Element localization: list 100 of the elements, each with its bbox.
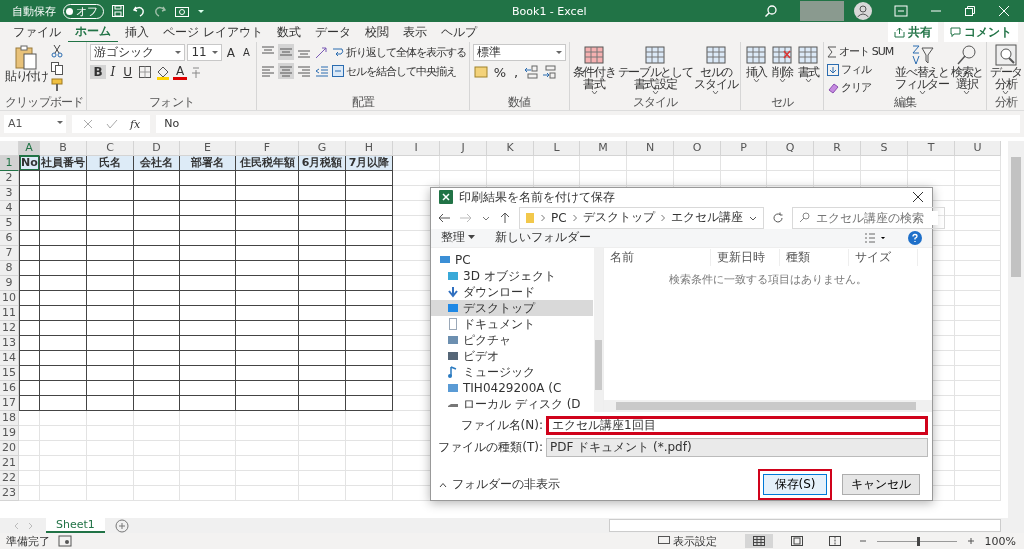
save-icon[interactable] <box>111 4 125 18</box>
organize-menu[interactable]: 整理 <box>441 229 475 247</box>
new-folder-button[interactable]: 新しいフォルダー <box>495 229 591 247</box>
column-header[interactable]: I <box>393 141 440 156</box>
name-box[interactable]: A1 <box>4 115 66 133</box>
horizontal-scrollbar[interactable] <box>604 400 932 412</box>
row-header[interactable]: 16 <box>0 381 19 396</box>
ribbon-button[interactable]: 検索と 選択 <box>950 44 983 95</box>
decrease-font-size-button[interactable]: A <box>239 47 253 58</box>
format-painter-icon[interactable] <box>49 78 64 92</box>
breadcrumb[interactable]: デスクトップ <box>582 209 655 226</box>
row-header[interactable]: 6 <box>0 231 19 246</box>
nav-item[interactable]: ピクチャ <box>431 332 593 348</box>
row-header[interactable]: 12 <box>0 321 19 336</box>
file-name-field[interactable]: エクセル講座1回目 <box>546 416 928 435</box>
column-header[interactable]: N <box>627 141 674 156</box>
menu-tab[interactable]: ページ レイアウト <box>156 22 270 42</box>
column-header[interactable]: A <box>19 141 40 156</box>
ribbon-display-icon[interactable] <box>894 5 908 17</box>
file-type-dropdown[interactable]: PDF ドキュメント (*.pdf) <box>546 438 928 457</box>
menu-tab[interactable]: データ <box>307 22 358 42</box>
normal-view-icon[interactable] <box>744 534 773 548</box>
menu-tab[interactable]: 数式 <box>269 22 308 42</box>
column-header[interactable]: B <box>40 141 87 156</box>
column-header[interactable]: H <box>346 141 393 156</box>
sheet-tab[interactable]: Sheet1 <box>46 518 105 533</box>
nav-item[interactable]: ミュージック <box>431 364 593 380</box>
cancel-button[interactable]: キャンセル <box>842 474 920 495</box>
increase-font-size-button[interactable]: A <box>223 45 238 60</box>
ribbon-button[interactable]: 書式 <box>796 44 821 83</box>
font-size-dropdown[interactable]: 11 <box>187 44 222 61</box>
column-header[interactable]: Q <box>767 141 814 156</box>
column-header[interactable]: 名前 <box>604 248 711 266</box>
nav-item[interactable]: ビデオ <box>431 348 593 364</box>
increase-decimal-icon[interactable] <box>523 64 540 80</box>
row-header[interactable]: 2 <box>0 171 19 186</box>
align-center-icon[interactable] <box>277 63 294 79</box>
ribbon-button[interactable]: 挿入 <box>744 44 769 83</box>
display-settings-button[interactable]: 表示設定 <box>657 533 717 549</box>
row-header[interactable]: 8 <box>0 261 19 276</box>
paste-button[interactable]: 貼り付け <box>5 44 48 82</box>
row-header[interactable]: 14 <box>0 351 19 366</box>
customize-caret-icon[interactable] <box>197 7 205 15</box>
hide-folders-button[interactable]: フォルダーの非表示 <box>439 476 560 493</box>
percent-style-button[interactable]: % <box>490 64 510 80</box>
fill-color-icon[interactable] <box>155 64 172 80</box>
decrease-decimal-icon[interactable] <box>541 64 558 80</box>
bold-button[interactable]: B <box>90 65 106 79</box>
restore-icon[interactable] <box>964 5 976 17</box>
breadcrumb[interactable]: PC <box>551 210 567 225</box>
number-format-dropdown[interactable]: 標準 <box>472 44 566 61</box>
scissors-icon[interactable] <box>49 44 64 58</box>
nav-item[interactable]: TIH0429200A (C <box>431 380 593 396</box>
column-header[interactable]: R <box>814 141 861 156</box>
column-header[interactable]: 更新日時 <box>711 248 780 266</box>
menu-tab[interactable]: 校閲 <box>357 22 396 42</box>
formula-input[interactable]: No <box>156 115 1020 133</box>
row-header[interactable]: 17 <box>0 396 19 411</box>
menu-tab[interactable]: 挿入 <box>118 22 156 42</box>
share-button[interactable]: 共有 <box>888 21 938 43</box>
cancel-icon[interactable] <box>82 118 94 130</box>
horizontal-scrollbar[interactable] <box>608 519 1001 532</box>
column-header[interactable]: O <box>674 141 721 156</box>
column-header[interactable]: T <box>908 141 955 156</box>
ribbon-button[interactable]: データ 分析 <box>989 44 1023 95</box>
column-header[interactable]: サイズ <box>849 248 918 266</box>
up-arrow-icon[interactable] <box>499 211 511 224</box>
macro-record-icon[interactable] <box>58 535 72 547</box>
row-header[interactable]: 10 <box>0 291 19 306</box>
row-header[interactable]: 5 <box>0 216 19 231</box>
row-header[interactable]: 22 <box>0 471 19 486</box>
redo-icon[interactable] <box>153 4 167 18</box>
nav-item[interactable]: デスクトップ <box>431 300 593 316</box>
row-header[interactable]: 11 <box>0 306 19 321</box>
save-button[interactable]: 保存(S) <box>763 474 827 495</box>
column-header[interactable]: D <box>134 141 180 156</box>
close-icon[interactable] <box>912 191 924 204</box>
avatar-icon[interactable] <box>854 2 872 20</box>
copy-icon[interactable] <box>49 61 64 75</box>
row-header[interactable]: 20 <box>0 441 19 456</box>
orientation-icon[interactable] <box>313 44 330 60</box>
row-header[interactable]: 1 <box>0 156 19 171</box>
insert-function-button[interactable]: fx <box>130 117 141 131</box>
column-header[interactable]: E <box>180 141 236 156</box>
undo-icon[interactable] <box>132 4 146 18</box>
font-color-button[interactable]: A <box>173 64 188 80</box>
row-header[interactable]: 15 <box>0 366 19 381</box>
column-header[interactable]: M <box>580 141 627 156</box>
clear-button[interactable]: クリア <box>827 80 894 95</box>
add-sheet-icon[interactable] <box>114 518 129 533</box>
camera-icon[interactable] <box>174 4 190 18</box>
borders-icon[interactable] <box>137 64 154 80</box>
search-icon[interactable] <box>764 4 778 18</box>
wrap-text-button[interactable]: 折り返して全体を表示する <box>331 44 466 60</box>
nav-scrollbar[interactable] <box>594 248 603 412</box>
underline-button[interactable]: U <box>120 65 136 79</box>
zoom-out-icon[interactable] <box>858 537 867 545</box>
zoom-slider-thumb[interactable] <box>916 536 920 546</box>
comment-button[interactable]: コメント <box>944 21 1018 43</box>
comma-style-button[interactable]: , <box>511 64 522 80</box>
